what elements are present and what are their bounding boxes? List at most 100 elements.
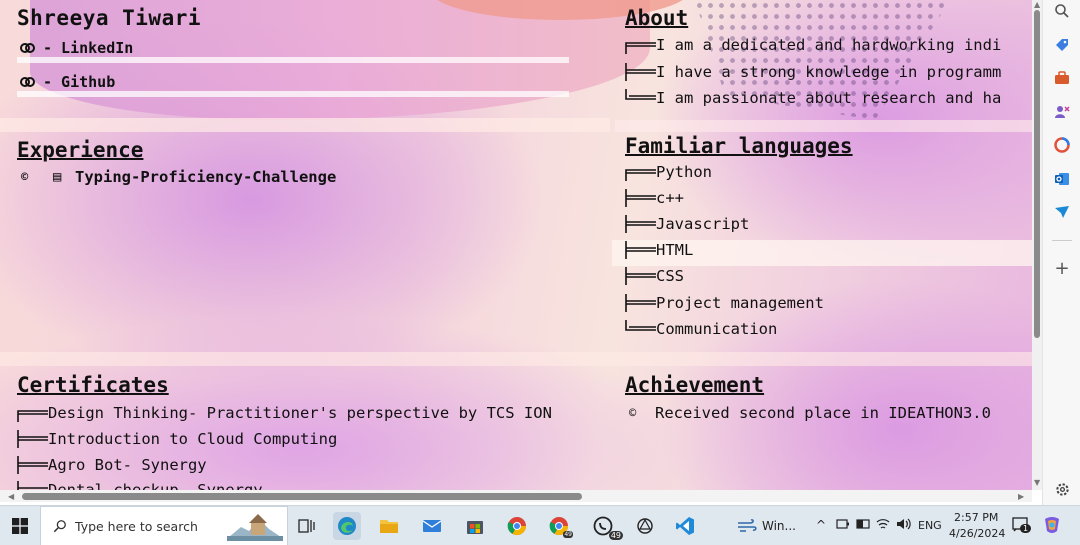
language-item: Javascript <box>625 215 749 233</box>
chrome-profile-icon[interactable]: 49 <box>545 512 573 540</box>
about-text: I am a dedicated and hardworking indi <box>656 36 1002 54</box>
vscode-icon[interactable] <box>671 512 699 540</box>
mail-icon[interactable] <box>418 512 446 540</box>
language-item: c++ <box>625 189 684 207</box>
send-icon[interactable] <box>1052 202 1072 222</box>
horizontal-scroll-thumb[interactable] <box>22 493 582 500</box>
toolbox-icon[interactable] <box>1052 68 1072 88</box>
tree-first-icon <box>17 404 48 422</box>
language-text: Communication <box>656 320 778 338</box>
scroll-down-icon[interactable]: ▼ <box>1034 478 1040 487</box>
github-label: - Github <box>43 73 116 91</box>
browser-sidebar: + <box>1042 0 1080 505</box>
landscape-thumbnail-icon <box>227 514 283 541</box>
about-line: I have a strong knowledge in programm <box>625 63 1001 81</box>
tree-mid-icon <box>625 215 656 233</box>
language-text: Javascript <box>656 215 750 233</box>
divider <box>17 57 569 63</box>
copilot-icon[interactable] <box>1042 515 1062 538</box>
divider <box>615 120 1032 132</box>
link-icon <box>20 77 35 87</box>
tree-last-icon <box>625 320 656 338</box>
experience-heading: Experience <box>17 138 144 162</box>
certificate-text: Dental checkup- Synergy <box>48 481 263 490</box>
tag-icon[interactable] <box>1052 35 1072 55</box>
task-view-icon[interactable] <box>293 512 321 540</box>
about-text: I am passionate about research and ha <box>656 89 1002 107</box>
office-icon[interactable] <box>1052 135 1072 155</box>
tree-mid-icon <box>625 189 656 207</box>
language-item: Communication <box>625 320 777 338</box>
chevron-up-icon[interactable]: ^ <box>816 518 826 532</box>
weather-widget[interactable]: Win... <box>737 512 797 540</box>
edge-icon[interactable] <box>333 512 361 540</box>
whatsapp-icon[interactable]: 49 <box>589 512 623 540</box>
add-icon[interactable]: + <box>1052 258 1072 279</box>
about-line: I am passionate about research and ha <box>625 89 1001 107</box>
resume-page: Shreeya Tiwari - LinkedIn - Github About… <box>0 0 1032 490</box>
vertical-scrollbar[interactable]: ▲ ▼ <box>1032 0 1042 490</box>
people-icon[interactable] <box>1052 102 1072 122</box>
taskbar-search[interactable]: Type here to search <box>40 506 288 545</box>
language-text: Python <box>656 163 712 181</box>
outlook-icon[interactable] <box>1052 169 1072 189</box>
vertical-scroll-thumb[interactable] <box>1034 10 1040 338</box>
horizontal-scrollbar[interactable]: ◀ ▶ <box>0 490 1032 502</box>
certificate-item: Design Thinking- Practitioner's perspect… <box>17 404 552 422</box>
volume-icon[interactable] <box>896 517 911 534</box>
certificate-text: Agro Bot- Synergy <box>48 456 207 474</box>
language-indicator[interactable]: ENG <box>918 519 942 532</box>
language-text: Project management <box>656 294 824 312</box>
whatsapp-badge: 49 <box>608 531 623 540</box>
achievement-text: Received second place in IDEATHON3.0 <box>655 404 991 422</box>
language-item: Project management <box>625 294 824 312</box>
certificate-text: Design Thinking- Practitioner's perspect… <box>48 404 552 422</box>
experience-item[interactable]: © ▤ Typing-Proficiency-Challenge <box>21 168 336 186</box>
link-icon <box>20 43 35 53</box>
battery-icon[interactable] <box>836 517 850 534</box>
clock-date[interactable]: 4/26/2024 <box>949 527 1005 540</box>
file-explorer-icon[interactable] <box>375 512 403 540</box>
tree-mid-icon <box>17 456 48 474</box>
scroll-up-icon[interactable]: ▲ <box>1034 0 1040 9</box>
windows-start-icon[interactable] <box>6 512 34 540</box>
scroll-left-icon[interactable]: ◀ <box>8 492 14 501</box>
divider <box>0 352 1032 366</box>
search-icon[interactable] <box>1052 1 1072 21</box>
wifi-icon[interactable] <box>876 517 890 534</box>
windows-taskbar: Type here to search 49 49 Win... ^ ENG 2… <box>0 505 1080 545</box>
tree-mid-icon <box>625 267 656 285</box>
tree-mid-icon <box>17 481 48 490</box>
search-icon <box>53 520 66 533</box>
tree-first-icon <box>625 36 656 54</box>
languages-heading: Familiar languages <box>625 134 853 158</box>
store-icon[interactable] <box>461 512 489 540</box>
tree-mid-icon <box>625 294 656 312</box>
certificates-heading: Certificates <box>17 373 169 397</box>
tree-first-icon <box>625 163 656 181</box>
clock-time[interactable]: 2:57 PM <box>954 511 998 524</box>
display-icon[interactable] <box>856 518 870 533</box>
certificate-item: Dental checkup- Synergy <box>17 481 263 490</box>
github-link[interactable]: - Github <box>19 73 115 91</box>
divider <box>0 118 610 132</box>
chrome-badge: 49 <box>563 531 573 538</box>
language-text: c++ <box>656 189 684 207</box>
profile-name: Shreeya Tiwari <box>17 6 202 30</box>
language-item: CSS <box>625 267 684 285</box>
linkedin-label: - LinkedIn <box>43 39 134 57</box>
window-label: Win... <box>762 519 796 533</box>
chrome-icon[interactable] <box>503 512 531 540</box>
openai-icon[interactable] <box>631 512 659 540</box>
copyright-icon: © <box>21 170 29 184</box>
experience-text: Typing-Proficiency-Challenge <box>75 168 337 186</box>
language-item: Python <box>625 163 712 181</box>
scroll-right-icon[interactable]: ▶ <box>1018 492 1024 501</box>
wind-icon <box>738 519 757 532</box>
notification-icon[interactable]: 1 <box>1012 516 1032 535</box>
book-icon: ▤ <box>53 169 62 185</box>
linkedin-link[interactable]: - LinkedIn <box>19 39 133 57</box>
search-placeholder: Type here to search <box>75 518 198 534</box>
settings-icon[interactable] <box>1052 479 1072 499</box>
divider <box>17 91 569 97</box>
